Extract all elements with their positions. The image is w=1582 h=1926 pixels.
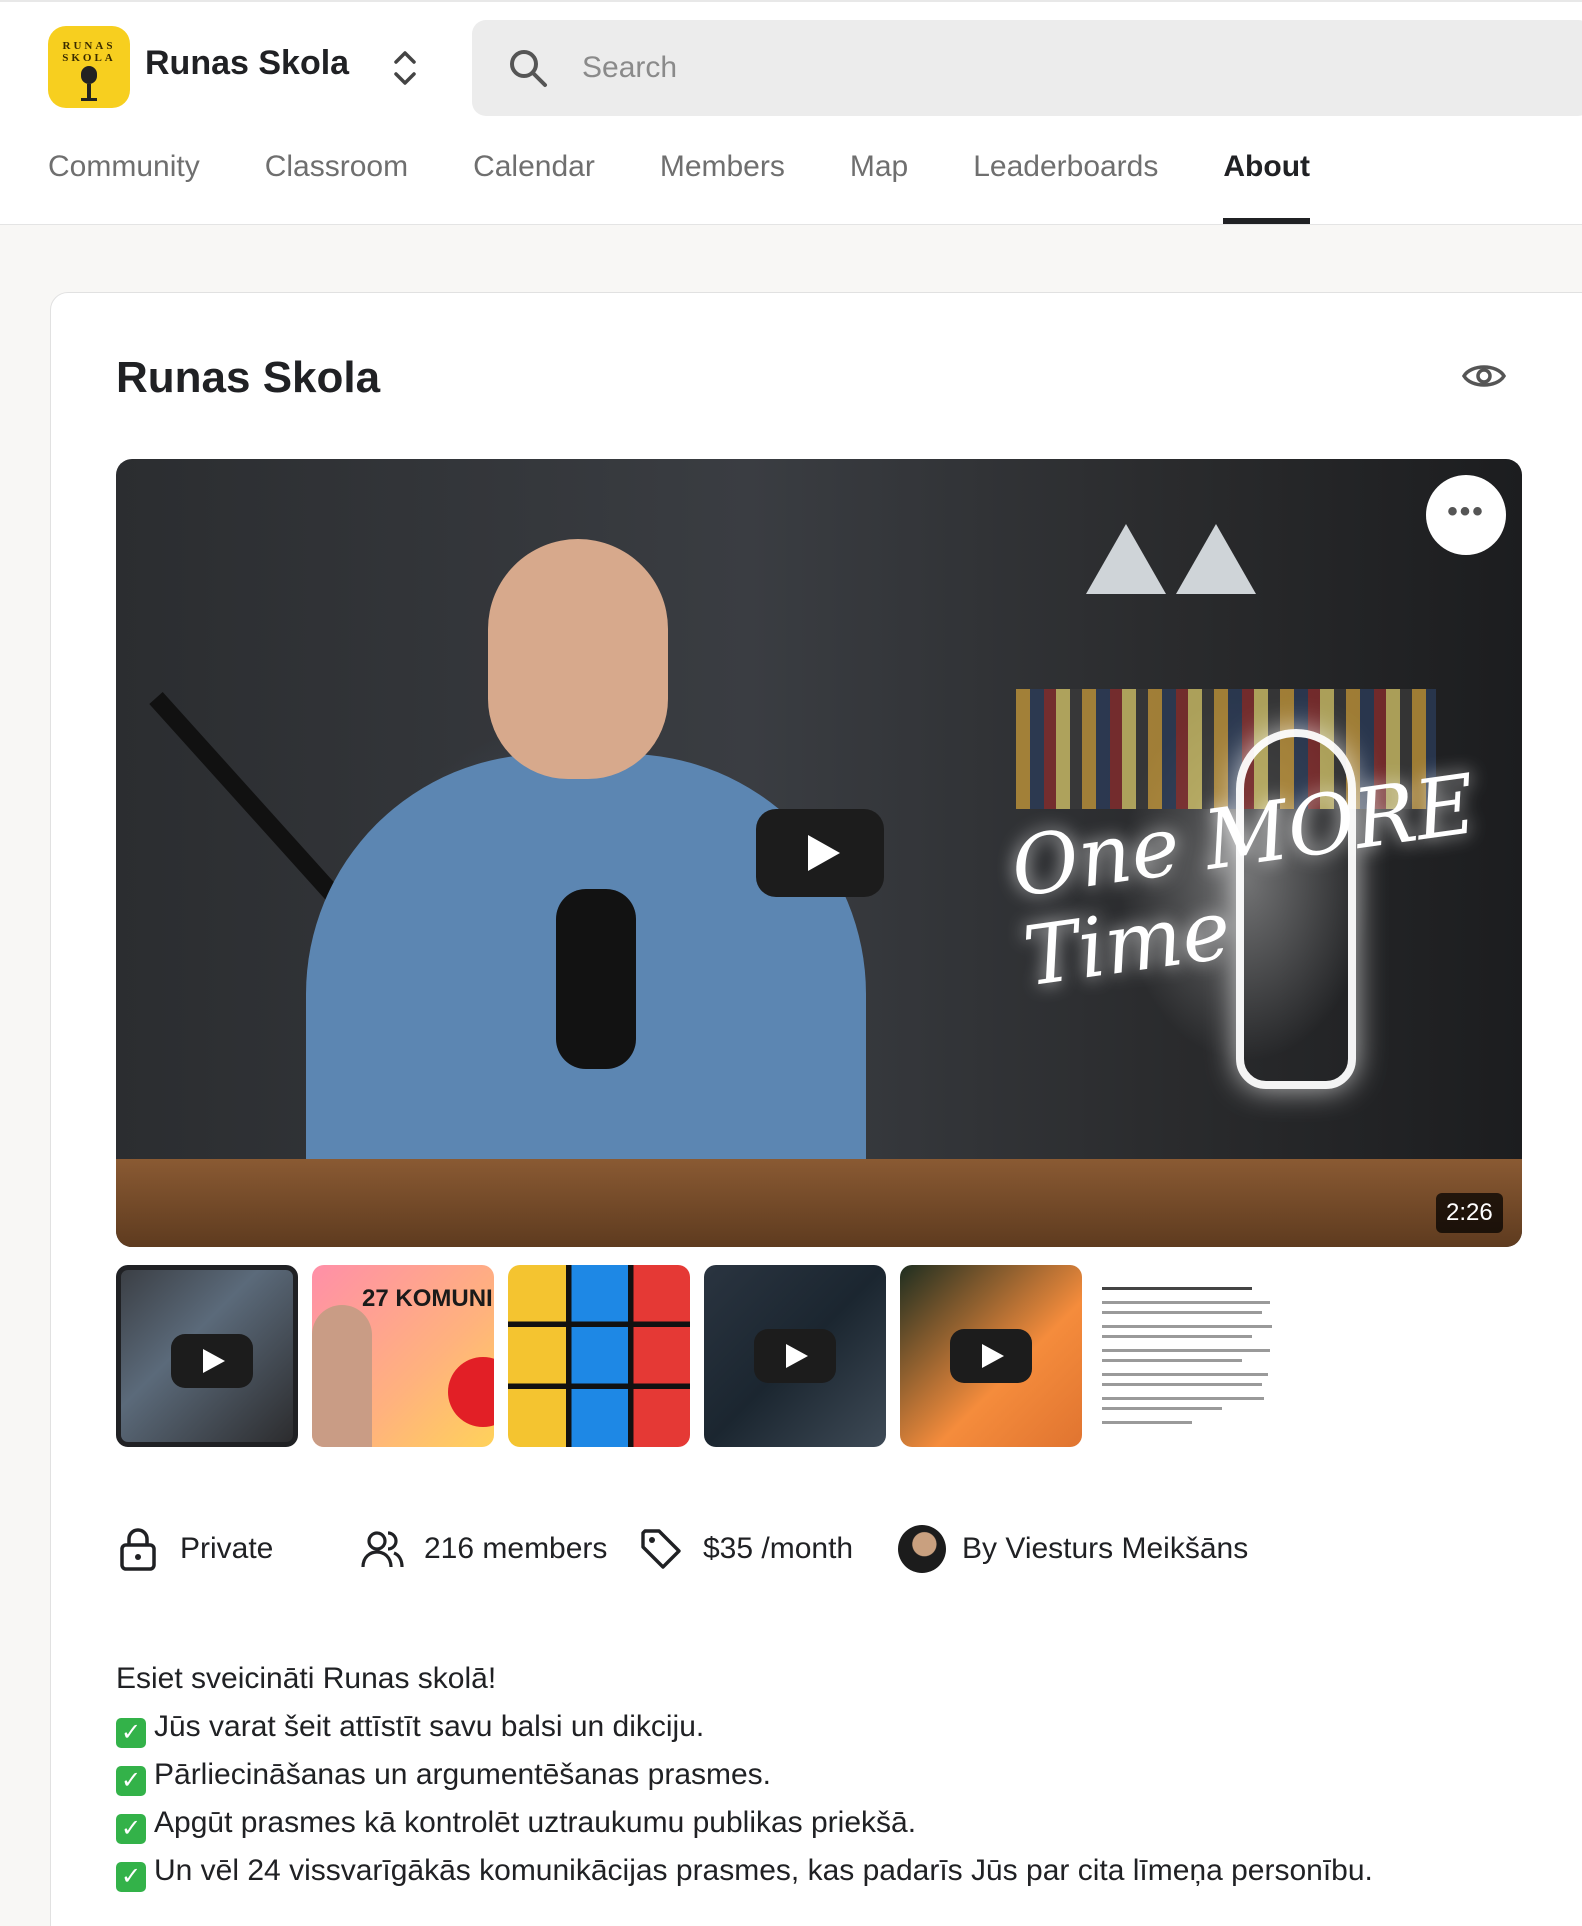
thumbnail-badge xyxy=(448,1357,494,1427)
thumbnail-image-2[interactable] xyxy=(508,1265,690,1447)
group-description: Esiet sveicināti Runas skolā! ✓ Jūs varat… xyxy=(116,1655,1536,1895)
privacy-label: Private xyxy=(180,1532,274,1565)
tab-members[interactable]: Members xyxy=(660,150,785,226)
privacy-info: Private xyxy=(116,1521,273,1577)
description-bullet: ✓ Un vēl 24 vissvarīgākās komunikācijas p… xyxy=(116,1847,1536,1895)
tab-calendar[interactable]: Calendar xyxy=(473,150,595,226)
bullet-text: Apgūt prasmes kā kontrolēt uztraukumu pu… xyxy=(154,1806,917,1839)
check-icon: ✓ xyxy=(116,1766,146,1796)
thumbnail-video-2[interactable] xyxy=(704,1265,886,1447)
owner-info[interactable]: By Viesturs Meikšāns xyxy=(898,1521,1248,1577)
bullet-text: Jūs varat šeit attīstīt savu balsi un di… xyxy=(154,1710,705,1743)
tab-map[interactable]: Map xyxy=(850,150,908,226)
intro-video[interactable]: One MORE Time ••• 2:26 xyxy=(116,459,1522,1247)
presenter-head xyxy=(488,539,668,779)
play-icon xyxy=(754,1329,836,1383)
tab-classroom[interactable]: Classroom xyxy=(265,150,408,226)
desk xyxy=(116,1159,1522,1247)
description-bullet: ✓ Jūs varat šeit attīstīt savu balsi un d… xyxy=(116,1703,1536,1751)
tab-community[interactable]: Community xyxy=(48,150,200,226)
thumbnail-grid xyxy=(508,1265,690,1447)
play-icon xyxy=(171,1334,253,1388)
thumbnail-video-1[interactable] xyxy=(116,1265,298,1447)
logo-text: RUNAS SKOLA xyxy=(62,40,116,64)
bullet-text: Un vēl 24 vissvarīgākās komunikācijas pr… xyxy=(154,1854,1373,1887)
price-info: $35 /month xyxy=(639,1521,853,1577)
check-icon: ✓ xyxy=(116,1718,146,1748)
group-name[interactable]: Runas Skola xyxy=(145,44,349,83)
members-info[interactable]: 216 members xyxy=(360,1521,607,1577)
tab-leaderboards[interactable]: Leaderboards xyxy=(973,150,1158,226)
thumbnail-image-1[interactable]: 27 KOMUNIKĀ KURSU KOM xyxy=(312,1265,494,1447)
bullet-text: Pārliecināšanas un argumentēšanas prasme… xyxy=(154,1758,772,1791)
neon-microphone xyxy=(1236,729,1356,1089)
thumbnail-document[interactable] xyxy=(1096,1265,1278,1447)
about-card: Runas Skola One MORE Time ••• 2:26 27 KO… xyxy=(50,292,1582,1926)
thumbnail-video-3[interactable] xyxy=(900,1265,1082,1447)
members-count: 216 members xyxy=(424,1532,608,1565)
group-logo[interactable]: RUNAS SKOLA xyxy=(48,26,130,108)
top-header: RUNAS SKOLA Runas Skola Community Classr… xyxy=(0,0,1582,225)
search-icon xyxy=(510,50,547,87)
owner-name: By Viesturs Meikšāns xyxy=(962,1532,1249,1565)
play-icon xyxy=(950,1329,1032,1383)
lock-icon xyxy=(120,1528,156,1571)
description-bullet: ✓ Pārliecināšanas un argumentēšanas prasm… xyxy=(116,1751,1536,1799)
microphone-icon xyxy=(81,66,97,101)
eye-icon[interactable] xyxy=(1461,353,1507,399)
video-duration: 2:26 xyxy=(1436,1193,1503,1233)
more-options-button[interactable]: ••• xyxy=(1426,475,1506,555)
check-icon: ✓ xyxy=(116,1814,146,1844)
tag-icon xyxy=(641,1529,681,1569)
tab-about[interactable]: About xyxy=(1223,150,1310,226)
description-intro: Esiet sveicināti Runas skolā! xyxy=(116,1662,497,1695)
users-icon xyxy=(361,1531,404,1568)
search-input[interactable] xyxy=(582,44,1482,92)
description-bullet: ✓ Apgūt prasmes kā kontrolēt uztraukumu p… xyxy=(116,1799,1536,1847)
presenter-microphone xyxy=(556,889,636,1069)
search-bar[interactable] xyxy=(472,20,1582,116)
check-icon: ✓ xyxy=(116,1862,146,1892)
decor-triangles xyxy=(1086,524,1256,594)
chevron-up-down-icon[interactable] xyxy=(390,48,420,88)
price-label: $35 /month xyxy=(703,1532,854,1565)
nav-tabs: Community Classroom Calendar Members Map… xyxy=(48,150,1375,226)
thumbnail-caption: 27 KOMUNIKĀ KURSU KOM xyxy=(362,1285,494,1312)
avatar xyxy=(898,1525,946,1573)
play-button[interactable] xyxy=(756,809,884,897)
thumbnail-person xyxy=(312,1305,372,1447)
page-title: Runas Skola xyxy=(116,353,381,402)
